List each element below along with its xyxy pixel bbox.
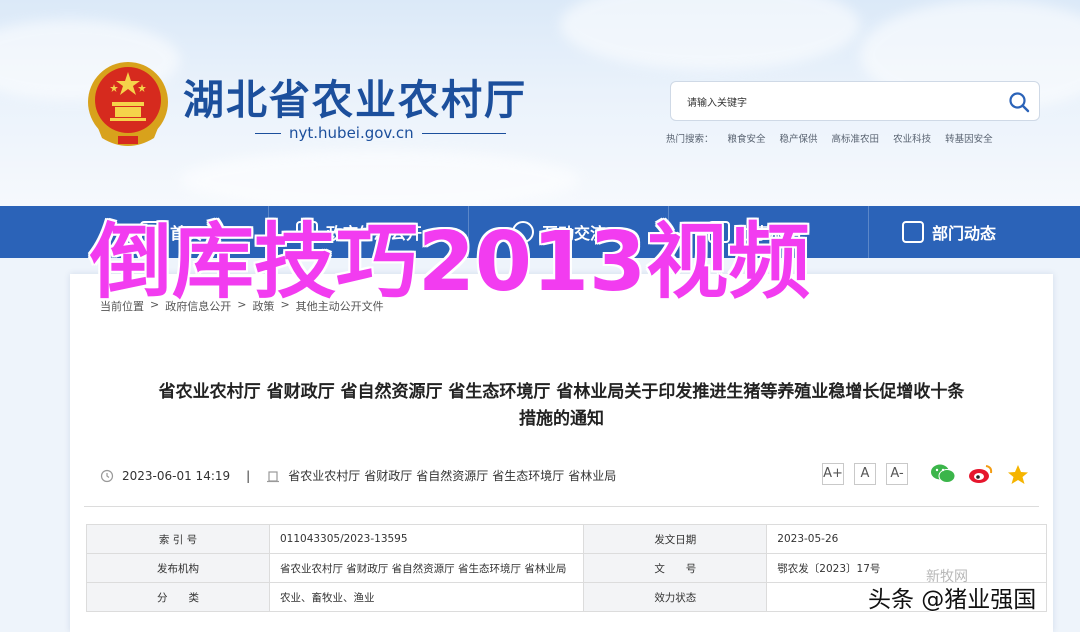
info-value: 农业、畜牧业、渔业 — [268, 582, 585, 612]
site-url: nyt.hubei.gov.cn — [289, 124, 414, 142]
info-value: 省农业农村厅 省财政厅 省自然资源厅 省生态环境厅 省林业局 — [268, 553, 585, 583]
hot-search-label: 热门搜索： — [666, 134, 714, 145]
unit-name: 省农业农村厅 — [288, 469, 361, 483]
weibo-icon[interactable] — [968, 463, 994, 485]
meta-separator: | — [246, 468, 251, 483]
font-decrease-button[interactable]: A- — [886, 463, 908, 485]
search-icon[interactable] — [1007, 90, 1031, 114]
unit-name: 省自然资源厅 — [416, 469, 489, 483]
table-row: 索 引 号 011043305/2023-13595 发文日期 2023-05-… — [86, 524, 1047, 554]
article-title-line: 措施的通知 — [519, 409, 604, 429]
hot-search-item[interactable]: 高标准农田 — [832, 131, 880, 145]
info-label: 分 类 — [86, 582, 270, 612]
divider — [84, 506, 1039, 507]
site-url-row: nyt.hubei.gov.cn — [255, 124, 506, 142]
wechat-icon[interactable] — [930, 463, 956, 485]
article-title: 省农业农村厅 省财政厅 省自然资源厅 省生态环境厅 省林业局关于印发推进生猪等养… — [70, 379, 1053, 433]
overlay-title: 倒库技巧2013视频 — [89, 215, 811, 310]
info-value: 鄂农发〔2023〕17号 — [766, 553, 1047, 583]
article-title-line: 省农业农村厅 省财政厅 省自然资源厅 省生态环境厅 省林业局关于印发推进生猪等养… — [158, 382, 965, 402]
nav-item-news[interactable]: 部门动态 — [902, 206, 996, 258]
hot-search-item[interactable]: 稳产保供 — [780, 131, 818, 145]
hot-search-row: 热门搜索： 粮食安全 稳产保供 高标准农田 农业科技 转基因安全 — [666, 131, 993, 145]
info-label: 效力状态 — [583, 582, 768, 612]
publish-date: 2023-06-01 14:19 — [122, 468, 231, 483]
info-label: 索 引 号 — [86, 524, 270, 554]
hot-search-item[interactable]: 农业科技 — [893, 131, 931, 145]
building-icon — [267, 470, 280, 482]
hot-search-item[interactable]: 粮食安全 — [728, 131, 766, 145]
font-increase-button[interactable]: A+ — [822, 463, 844, 485]
publishing-units: 省农业农村厅 省财政厅 省自然资源厅 省生态环境厅 省林业局 — [288, 467, 616, 484]
info-label: 文 号 — [583, 553, 768, 583]
unit-name: 省生态环境厅 — [492, 469, 565, 483]
watermark: 头条 @猪业强国 — [868, 587, 1037, 613]
article-meta: 2023-06-01 14:19 | 省农业农村厅 省财政厅 省自然资源厅 省生… — [100, 467, 616, 484]
article-card: 当前位置 > 政府信息公开 > 政策 > 其他主动公开文件 省农业农村厅 省财政… — [70, 274, 1053, 632]
search-input[interactable] — [685, 92, 989, 114]
share-icons — [930, 463, 1030, 487]
unit-name: 省林业局 — [568, 469, 617, 483]
site-header: 湖北省农业农村厅 nyt.hubei.gov.cn 热门搜索： 粮食安全 稳产保… — [0, 0, 1080, 206]
table-row: 发布机构 省农业农村厅 省财政厅 省自然资源厅 省生态环境厅 省林业局 文 号 … — [86, 553, 1047, 583]
search-box — [670, 81, 1040, 121]
site-title[interactable]: 湖北省农业农村厅 — [183, 66, 527, 126]
font-default-button[interactable]: A — [854, 463, 876, 485]
news-icon — [902, 221, 924, 243]
info-label: 发文日期 — [583, 524, 768, 554]
favorite-star-icon[interactable] — [1006, 463, 1030, 487]
info-label: 发布机构 — [86, 553, 270, 583]
info-value: 2023-05-26 — [766, 524, 1047, 554]
clock-icon — [100, 469, 114, 482]
unit-name: 省财政厅 — [364, 469, 413, 483]
hot-search-item[interactable]: 转基因安全 — [945, 131, 993, 145]
font-size-controls: A+ A A- — [822, 463, 908, 485]
info-value: 011043305/2023-13595 — [268, 524, 585, 554]
national-emblem-icon — [88, 62, 168, 146]
nav-item-label: 部门动态 — [932, 224, 997, 243]
